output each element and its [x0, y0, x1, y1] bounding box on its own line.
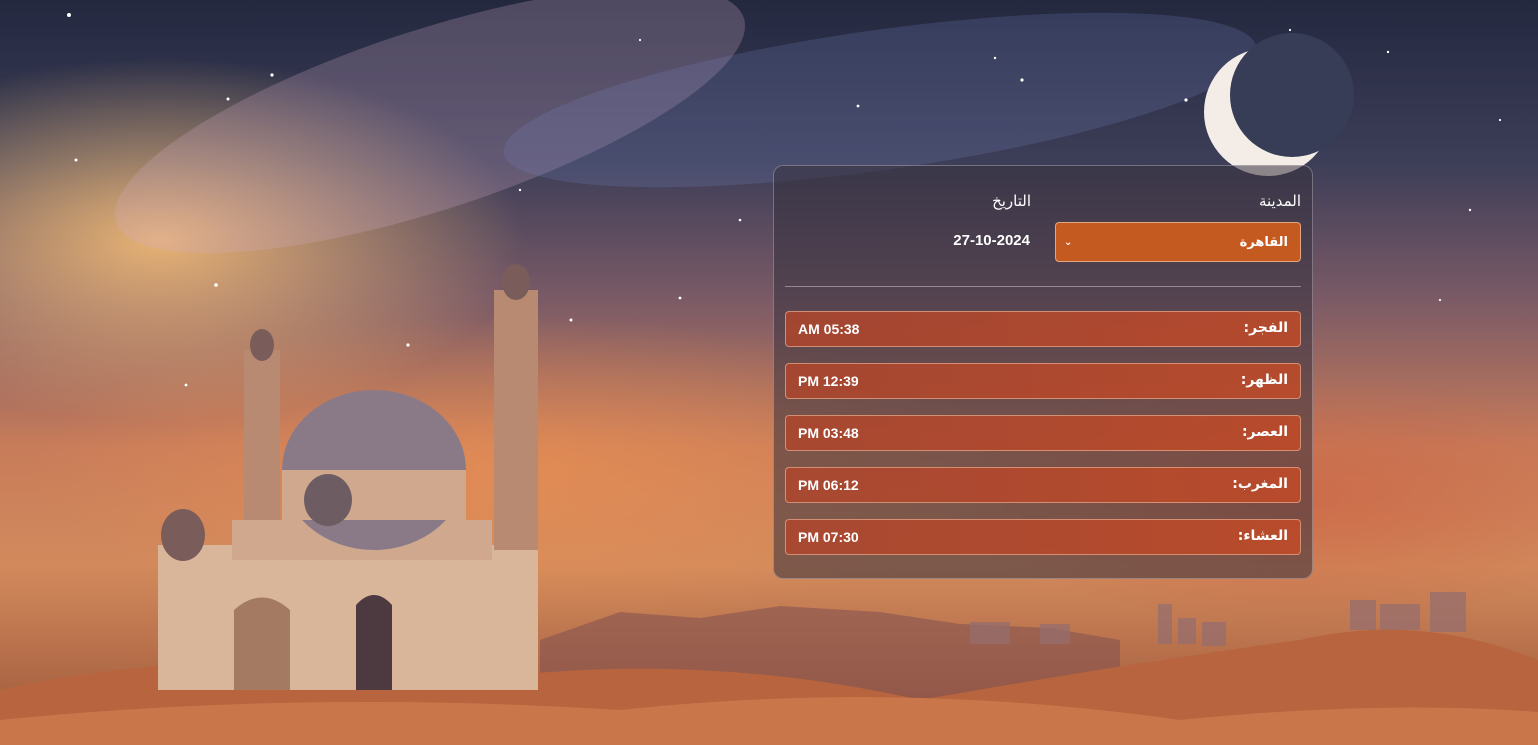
prayer-times-panel: المدينة التاريخ القاهرة ⌄ 27-10-2024 الف…	[773, 165, 1313, 579]
prayer-time: AM 05:38	[798, 321, 860, 337]
city-label: المدينة	[1258, 192, 1301, 210]
prayer-row-dhuhr: الظهر: PM 12:39	[785, 363, 1301, 399]
prayer-row-maghrib: المغرب: PM 06:12	[785, 467, 1301, 503]
prayer-time: PM 03:48	[798, 425, 859, 441]
prayer-time: PM 12:39	[798, 373, 859, 389]
divider	[785, 286, 1301, 287]
city-select[interactable]: القاهرة ⌄	[1055, 222, 1301, 262]
mosque-silhouette	[158, 264, 538, 690]
prayer-row-isha: العشاء: PM 07:30	[785, 519, 1301, 555]
prayer-name: المغرب:	[1232, 476, 1288, 492]
prayer-time: PM 06:12	[798, 477, 859, 493]
prayer-time: PM 07:30	[798, 529, 859, 545]
chevron-down-icon: ⌄	[1064, 236, 1073, 248]
prayer-name: الظهر:	[1240, 372, 1288, 388]
date-value: 27-10-2024	[953, 232, 1030, 249]
prayer-times-list: الفجر: AM 05:38 الظهر: PM 12:39 العصر: P…	[785, 311, 1301, 571]
prayer-name: العشاء:	[1237, 528, 1288, 544]
prayer-name: العصر:	[1241, 424, 1288, 440]
city-select-value: القاهرة	[1239, 234, 1288, 250]
prayer-row-asr: العصر: PM 03:48	[785, 415, 1301, 451]
prayer-name: الفجر:	[1243, 320, 1288, 336]
date-label: التاريخ	[992, 192, 1031, 210]
prayer-row-fajr: الفجر: AM 05:38	[785, 311, 1301, 347]
